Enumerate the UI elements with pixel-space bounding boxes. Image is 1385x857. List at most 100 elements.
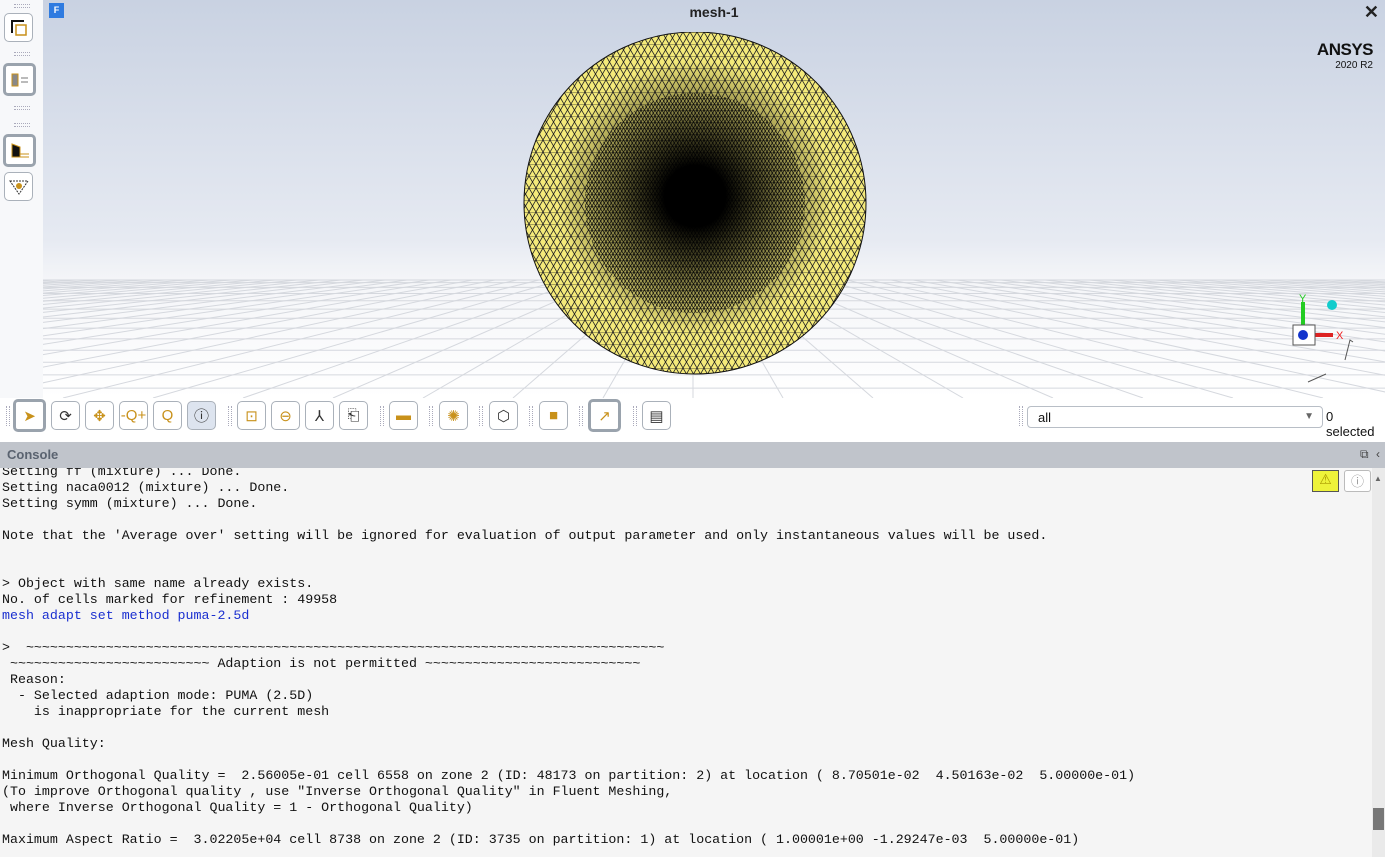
toolbar-grip[interactable] bbox=[14, 106, 30, 110]
console-line: where Inverse Orthogonal Quality = 1 - O… bbox=[2, 800, 473, 815]
console-lines: Setting ff (mixture) ... Done. Setting na… bbox=[2, 468, 1135, 848]
console-line: is inappropriate for the current mesh bbox=[2, 704, 330, 719]
filter-icon bbox=[8, 180, 29, 195]
axes-icon: ⅄ bbox=[314, 407, 325, 425]
zoom-box-button[interactable]: Q bbox=[153, 401, 182, 430]
close-button[interactable]: ✕ bbox=[1364, 2, 1379, 23]
console-line: Reason: bbox=[2, 672, 66, 687]
lights-button[interactable]: ✺ bbox=[439, 401, 468, 430]
window-title: mesh-1 bbox=[689, 4, 739, 20]
slider-icon: ▬ bbox=[396, 407, 411, 424]
exclamation-icon: ⓘ bbox=[1350, 474, 1364, 489]
lights-icon: ✺ bbox=[447, 407, 460, 425]
mesh-display bbox=[523, 32, 867, 375]
toolbar-grip[interactable] bbox=[14, 123, 30, 127]
selection-dropdown[interactable]: all ▼ bbox=[1027, 406, 1323, 428]
console-line: Minimum Orthogonal Quality = 2.56005e-01… bbox=[2, 768, 1136, 783]
view-axes-button[interactable]: ⅄ bbox=[305, 401, 334, 430]
console-line: Maximum Aspect Ratio = 3.02205e+04 cell … bbox=[2, 832, 1080, 847]
graphics-viewport[interactable]: F mesh-1 ✕ ANSYS 2020 R2 Y X bbox=[43, 0, 1385, 398]
console-line: > Object with same name already exists. bbox=[2, 576, 314, 591]
annotation-button[interactable]: ▤ bbox=[642, 401, 671, 430]
pan-button[interactable]: ✥ bbox=[85, 401, 114, 430]
layout-button[interactable] bbox=[3, 63, 36, 96]
selection-count: 0 selected bbox=[1326, 409, 1375, 439]
selection-value: all bbox=[1038, 410, 1052, 425]
toolbar-grip[interactable] bbox=[633, 406, 637, 426]
toolbar-grip[interactable] bbox=[529, 406, 533, 426]
magnifier-icon: Q bbox=[161, 407, 174, 424]
toolbar-grip[interactable] bbox=[14, 4, 30, 8]
rotate-button[interactable]: ⟳ bbox=[51, 401, 80, 430]
probe-button[interactable]: ⓘ bbox=[187, 401, 216, 430]
console-line: Note that the 'Average over' setting wil… bbox=[2, 528, 1048, 543]
copy-view-button[interactable] bbox=[4, 13, 33, 42]
pointer-icon: ➤ bbox=[23, 407, 36, 425]
warning-icon: ⚠ bbox=[1319, 471, 1332, 487]
toolbar-grip[interactable] bbox=[1019, 406, 1023, 426]
pan-icon: ✥ bbox=[93, 407, 106, 425]
copy-icon bbox=[10, 19, 27, 36]
float-icon[interactable]: ⧉ bbox=[1360, 447, 1369, 462]
collapse-icon[interactable]: ‹ bbox=[1376, 447, 1380, 461]
logo-brand: ANSYS bbox=[1316, 40, 1374, 59]
view-cube-button[interactable]: ⬡ bbox=[489, 401, 518, 430]
axis-triad-button[interactable]: ↗ bbox=[588, 399, 621, 432]
console-line: - Selected adaption mode: PUMA (2.5D) bbox=[2, 688, 314, 703]
box-icon: ■ bbox=[548, 407, 559, 424]
warning-button[interactable]: ⚠ bbox=[1312, 470, 1339, 492]
rotate-icon: ⟳ bbox=[59, 407, 72, 425]
console-scrollbar[interactable]: ▲ bbox=[1372, 468, 1385, 857]
scroll-thumb[interactable] bbox=[1373, 808, 1384, 830]
left-toolbar bbox=[0, 0, 43, 440]
info-icon: ⓘ bbox=[193, 408, 209, 425]
bounding-box-button[interactable]: ■ bbox=[539, 401, 568, 430]
cube-icon: ⬡ bbox=[496, 407, 511, 425]
console-line: No. of cells marked for refinement : 499… bbox=[2, 592, 338, 607]
filter-button[interactable] bbox=[4, 172, 33, 201]
console-line: Setting symm (mixture) ... Done. bbox=[2, 496, 258, 511]
toolbar-grip[interactable] bbox=[228, 406, 232, 426]
fit-icon: ⊡ bbox=[245, 407, 258, 425]
toolbar-grip[interactable] bbox=[380, 406, 384, 426]
save-view-button[interactable]: ⎗ bbox=[339, 401, 368, 430]
toolbar-grip[interactable] bbox=[429, 406, 433, 426]
console-title: Console bbox=[7, 447, 59, 462]
triad-icon: ↗ bbox=[598, 407, 611, 425]
console-header: Console ⧉ ‹ bbox=[0, 442, 1385, 468]
info-button[interactable]: ⓘ bbox=[1344, 470, 1371, 492]
zoom-in-out-button[interactable]: -Q+ bbox=[119, 401, 148, 430]
zoom-icon: -Q+ bbox=[120, 407, 147, 424]
fit-to-window-button[interactable]: ⊡ bbox=[237, 401, 266, 430]
console-line: Mesh Quality: bbox=[2, 736, 106, 751]
console-line: ~~~~~~~~~~~~~~~~~~~~~~~~~ Adaption is no… bbox=[2, 656, 641, 671]
console-line: > ~~~~~~~~~~~~~~~~~~~~~~~~~~~~~~~~~~~~~~… bbox=[2, 640, 665, 655]
x-axis-label: X bbox=[1336, 330, 1344, 342]
save-view-icon: ⎗ bbox=[347, 407, 360, 424]
chevron-down-icon: ▼ bbox=[1304, 411, 1314, 422]
axis-triad[interactable]: Y X bbox=[1283, 290, 1363, 390]
panel-layout-icon bbox=[11, 73, 28, 86]
console-line: (To improve Orthogonal quality , use "In… bbox=[2, 784, 673, 799]
transparency-button[interactable]: ▬ bbox=[389, 401, 418, 430]
logo-version: 2020 R2 bbox=[1335, 60, 1373, 71]
zoom-previous-button[interactable]: ⊖ bbox=[271, 401, 300, 430]
toolbar-grip[interactable] bbox=[579, 406, 583, 426]
scroll-up-icon[interactable]: ▲ bbox=[1374, 474, 1382, 483]
console-output[interactable]: Setting ff (mixture) ... Done. Setting na… bbox=[0, 468, 1372, 857]
toolbar-grip[interactable] bbox=[479, 406, 483, 426]
y-axis-label: Y bbox=[1299, 293, 1307, 305]
toolbar-grip[interactable] bbox=[6, 406, 10, 426]
document-icon: ▤ bbox=[649, 407, 664, 425]
mesh-display-button[interactable] bbox=[3, 134, 36, 167]
toolbar-grip[interactable] bbox=[14, 52, 30, 56]
select-tool-button[interactable]: ➤ bbox=[13, 399, 46, 432]
console-line: mesh adapt set method puma-2.5d bbox=[2, 608, 250, 623]
